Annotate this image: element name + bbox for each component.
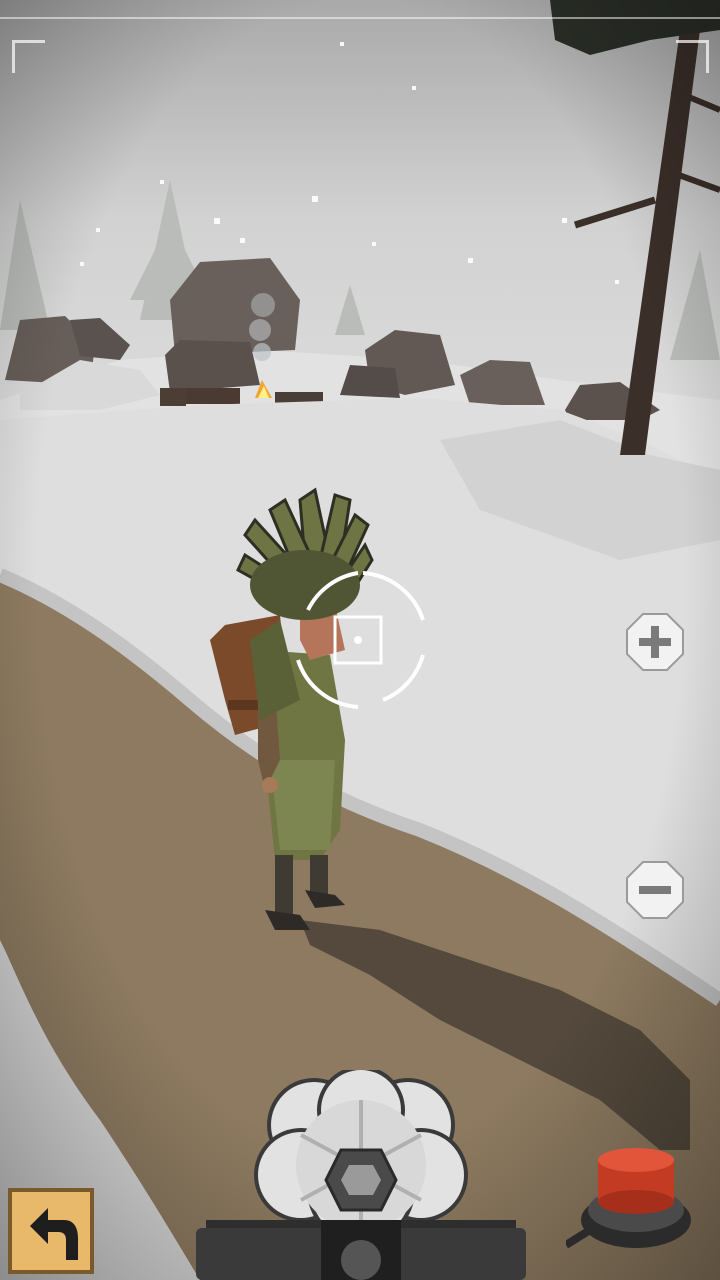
red-shutter-button-icon (563, 1148, 691, 1249)
plus-icon (626, 613, 684, 671)
viewfinder-corner-top-right (676, 40, 709, 73)
focus-reticle (296, 571, 425, 709)
return-arrow-icon (8, 1188, 94, 1274)
back-button[interactable] (8, 1188, 94, 1274)
minus-icon (626, 861, 684, 919)
shutter-button[interactable] (563, 1140, 696, 1250)
viewfinder-corner-top-left (12, 40, 45, 73)
zoom-in-button[interactable] (625, 612, 685, 672)
camera-device (196, 1070, 526, 1280)
zoom-out-button[interactable] (625, 860, 685, 920)
